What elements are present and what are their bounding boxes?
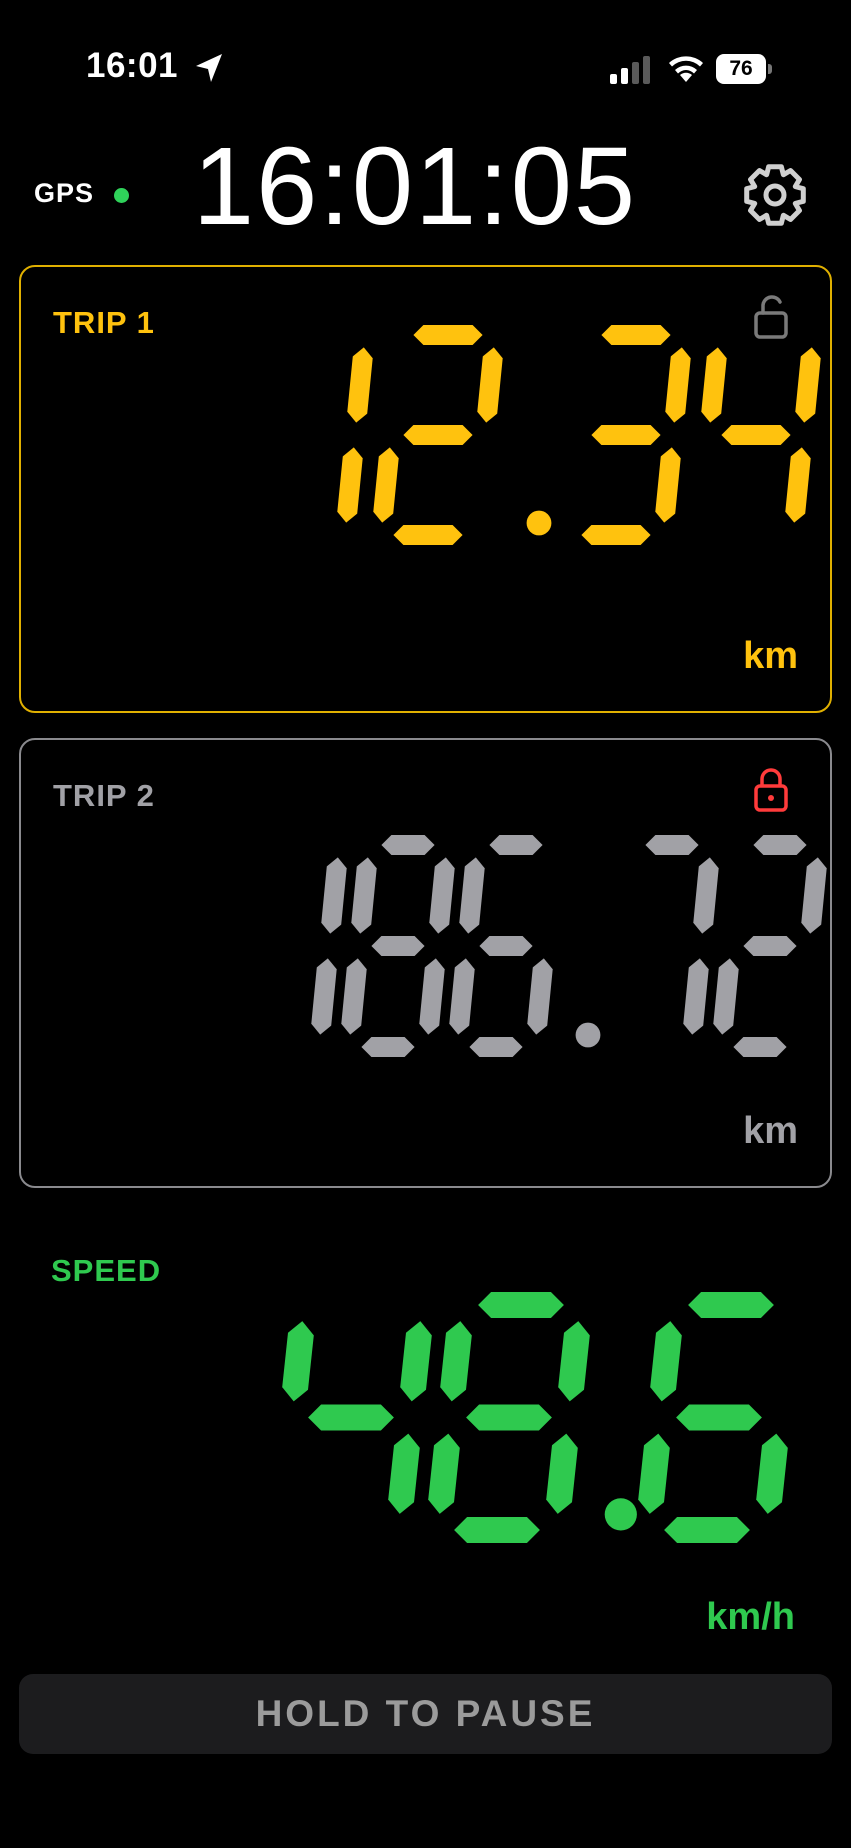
cellular-signal-icon bbox=[610, 56, 650, 84]
segment-g bbox=[479, 936, 533, 956]
gear-icon[interactable] bbox=[742, 162, 808, 228]
segment-g bbox=[308, 1404, 394, 1431]
segment-a bbox=[478, 1292, 564, 1318]
digit-8 bbox=[341, 835, 455, 1057]
trip2-panel[interactable]: TRIP 2 km bbox=[19, 738, 832, 1188]
segment-g bbox=[403, 425, 473, 445]
segment-a bbox=[381, 835, 435, 855]
digit-2 bbox=[373, 325, 503, 545]
segment-d bbox=[361, 1037, 415, 1057]
segment-a bbox=[489, 835, 543, 855]
decimal-point bbox=[604, 1498, 637, 1531]
decimal-point bbox=[575, 1022, 601, 1048]
gps-label: GPS bbox=[34, 178, 95, 208]
segment-d bbox=[664, 1517, 750, 1543]
digit-6 bbox=[638, 1292, 788, 1543]
digit-2 bbox=[713, 835, 827, 1057]
segment-c bbox=[419, 958, 445, 1035]
segment-e bbox=[638, 1433, 670, 1514]
trip1-panel[interactable]: TRIP 1 km bbox=[19, 265, 832, 713]
segment-d bbox=[454, 1517, 540, 1543]
segment-c bbox=[388, 1433, 420, 1514]
digit-8 bbox=[428, 1292, 590, 1543]
digit-4 bbox=[282, 1321, 432, 1514]
digit-1 bbox=[311, 857, 347, 1035]
digit-7 bbox=[645, 835, 719, 1035]
segment-g bbox=[591, 425, 661, 445]
segment-d bbox=[469, 1037, 523, 1057]
segment-e bbox=[713, 958, 739, 1035]
segment-c bbox=[337, 447, 363, 523]
speed-unit: km/h bbox=[706, 1596, 795, 1638]
segment-e bbox=[373, 447, 399, 523]
segment-e bbox=[428, 1433, 460, 1514]
segment-c bbox=[527, 958, 553, 1035]
status-bar-time: 16:01 bbox=[86, 46, 179, 85]
segment-d bbox=[733, 1037, 787, 1057]
segment-g bbox=[721, 425, 791, 445]
trip1-distance-display bbox=[337, 325, 821, 545]
segment-b bbox=[429, 857, 455, 934]
digit-3 bbox=[581, 325, 691, 545]
decimal-point bbox=[526, 510, 552, 536]
segment-c bbox=[655, 447, 681, 523]
segment-f bbox=[351, 857, 377, 934]
segment-b bbox=[801, 857, 827, 934]
digit-6 bbox=[449, 835, 553, 1057]
segment-b bbox=[321, 857, 347, 934]
trip1-unit: km bbox=[743, 635, 798, 677]
segment-a bbox=[688, 1292, 774, 1318]
clock: 16:01:05 bbox=[192, 125, 638, 248]
segment-b bbox=[400, 1321, 432, 1402]
trip2-unit: km bbox=[743, 1110, 798, 1152]
segment-c bbox=[785, 447, 811, 523]
segment-b bbox=[795, 347, 821, 423]
trip2-distance-display bbox=[311, 835, 827, 1057]
segment-c bbox=[546, 1433, 578, 1514]
segment-e bbox=[341, 958, 367, 1035]
segment-a bbox=[601, 325, 671, 345]
digit-4 bbox=[701, 347, 821, 523]
segment-g bbox=[743, 936, 797, 956]
segment-f bbox=[650, 1321, 682, 1402]
wifi-icon bbox=[669, 56, 703, 82]
segment-f bbox=[282, 1321, 314, 1402]
location-arrow-icon bbox=[196, 54, 222, 82]
hold-to-pause-button[interactable]: HOLD TO PAUSE bbox=[19, 1674, 832, 1754]
segment-b bbox=[347, 347, 373, 423]
segment-b bbox=[693, 857, 719, 934]
segment-g bbox=[371, 936, 425, 956]
speed-title: SPEED bbox=[51, 1253, 162, 1288]
trip2-title: TRIP 2 bbox=[53, 778, 155, 813]
segment-b bbox=[665, 347, 691, 423]
segment-c bbox=[683, 958, 709, 1035]
segment-f bbox=[701, 347, 727, 423]
segment-f bbox=[440, 1321, 472, 1402]
segment-c bbox=[756, 1433, 788, 1514]
gps-status-dot bbox=[114, 188, 129, 203]
segment-f bbox=[459, 857, 485, 934]
segment-d bbox=[393, 525, 463, 545]
battery-level: 76 bbox=[716, 54, 766, 84]
segment-e bbox=[449, 958, 475, 1035]
locked-lock-icon[interactable] bbox=[751, 766, 791, 812]
segment-a bbox=[645, 835, 699, 855]
segment-a bbox=[753, 835, 807, 855]
speed-display bbox=[282, 1292, 788, 1543]
segment-b bbox=[558, 1321, 590, 1402]
segment-d bbox=[581, 525, 651, 545]
battery-icon: 76 bbox=[716, 54, 774, 84]
segment-g bbox=[466, 1404, 552, 1431]
segment-c bbox=[311, 958, 337, 1035]
segment-b bbox=[477, 347, 503, 423]
segment-a bbox=[413, 325, 483, 345]
segment-g bbox=[676, 1404, 762, 1431]
digit-1 bbox=[337, 347, 373, 523]
